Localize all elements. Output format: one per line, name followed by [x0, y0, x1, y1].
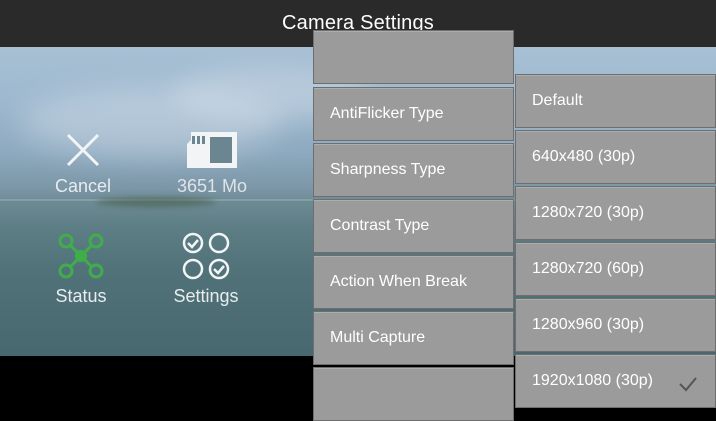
resolution-menu: Default 640x480 (30p) 1280x720 (30p) 128…	[515, 0, 716, 408]
menu-item-label: AntiFlicker Type	[330, 105, 444, 122]
settings-label: Settings	[173, 286, 239, 306]
sd-card-icon	[187, 132, 237, 168]
settings-menu: AntiFlicker Type Sharpness Type Contrast…	[313, 0, 514, 421]
status-label: Status	[55, 286, 107, 306]
option-label: 1280x960 (30p)	[532, 316, 645, 333]
status-button[interactable]: Status	[48, 232, 114, 307]
settings-grid-icon	[182, 232, 230, 280]
option-label: 1280x720 (30p)	[532, 204, 645, 221]
resolution-option-default[interactable]: Default	[515, 74, 716, 128]
settings-menu-item[interactable]	[313, 30, 514, 84]
cancel-button[interactable]: Cancel	[50, 130, 116, 197]
settings-button[interactable]: Settings	[170, 232, 242, 307]
settings-menu-item-multi-capture[interactable]: Multi Capture	[313, 311, 514, 365]
settings-menu-item-action-when-break[interactable]: Action When Break	[313, 255, 514, 309]
drone-icon	[58, 233, 104, 279]
option-label: Default	[532, 92, 583, 109]
cancel-label: Cancel	[54, 176, 112, 196]
resolution-option-1280x960-30p[interactable]: 1280x960 (30p)	[515, 298, 716, 352]
settings-menu-item-sharpness[interactable]: Sharpness Type	[313, 143, 514, 197]
island	[96, 197, 216, 207]
menu-item-label: Multi Capture	[330, 329, 426, 346]
storage-indicator: 3651 Mo	[170, 130, 254, 197]
menu-item-label: Sharpness Type	[330, 161, 446, 178]
storage-label: 3651 Mo	[176, 176, 248, 196]
resolution-option-1280x720-60p[interactable]: 1280x720 (60p)	[515, 242, 716, 296]
option-label: 1280x720 (60p)	[532, 260, 645, 277]
settings-menu-item-antiflicker[interactable]: AntiFlicker Type	[313, 87, 514, 141]
checkmark-icon	[679, 377, 697, 392]
close-icon	[66, 133, 100, 167]
settings-menu-item[interactable]	[313, 367, 514, 421]
option-label: 1920x1080 (30p)	[532, 372, 653, 389]
resolution-option-1280x720-30p[interactable]: 1280x720 (30p)	[515, 186, 716, 240]
menu-item-label: Contrast Type	[330, 217, 430, 234]
settings-menu-item-contrast[interactable]: Contrast Type	[313, 199, 514, 253]
resolution-option-640x480-30p[interactable]: 640x480 (30p)	[515, 130, 716, 184]
resolution-option-1920x1080-30p[interactable]: 1920x1080 (30p)	[515, 354, 716, 408]
menu-item-label: Action When Break	[330, 273, 467, 290]
option-label: 640x480 (30p)	[532, 148, 636, 165]
